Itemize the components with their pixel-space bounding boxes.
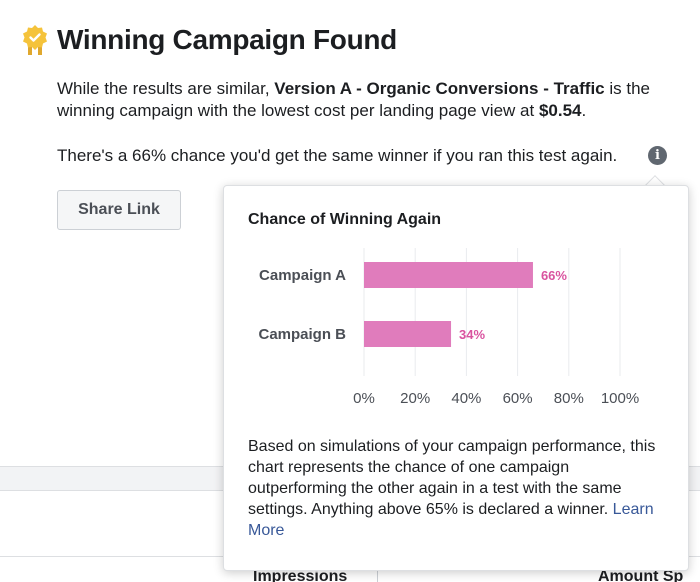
popover-description: Based on simulations of your campaign pe… bbox=[248, 436, 668, 541]
x-tick-label: 60% bbox=[503, 390, 533, 407]
award-badge-icon bbox=[23, 25, 47, 55]
bar-value-label: 34% bbox=[459, 327, 485, 342]
description-text: Based on simulations of your campaign pe… bbox=[248, 438, 656, 518]
winning-campaign-name: Version A - Organic Conversions - Traffi… bbox=[274, 79, 605, 98]
x-tick-label: 20% bbox=[400, 390, 430, 407]
bar-campaign-a bbox=[364, 262, 533, 288]
bar-campaign-b bbox=[364, 321, 452, 347]
x-tick-label: 40% bbox=[451, 390, 481, 407]
info-icon[interactable]: i bbox=[648, 146, 667, 165]
x-tick-label: 80% bbox=[554, 390, 584, 407]
share-link-button[interactable]: Share Link bbox=[57, 190, 181, 230]
x-tick-label: 100% bbox=[601, 390, 639, 407]
winner-summary: While the results are similar, Version A… bbox=[57, 78, 697, 122]
chance-popover: Chance of Winning Again 0% 20% 40% 60% 80% 10… bbox=[223, 185, 689, 571]
chance-chart: 0% 20% 40% 60% 80% 100% Campaign A 66% Campaign … bbox=[258, 248, 639, 407]
x-tick-label: 0% bbox=[353, 390, 375, 407]
summary-text: While the results are similar, bbox=[57, 79, 275, 98]
category-label: Campaign A bbox=[259, 267, 346, 284]
chance-statement: There's a 66% chance you'd get the same … bbox=[57, 146, 618, 165]
bar-value-label: 66% bbox=[541, 268, 567, 283]
page-title: Winning Campaign Found bbox=[57, 24, 397, 55]
cost-value: $0.54 bbox=[538, 101, 582, 120]
summary-text: . bbox=[581, 101, 587, 120]
title-row: Winning Campaign Found bbox=[22, 24, 397, 56]
category-label: Campaign B bbox=[258, 326, 346, 343]
